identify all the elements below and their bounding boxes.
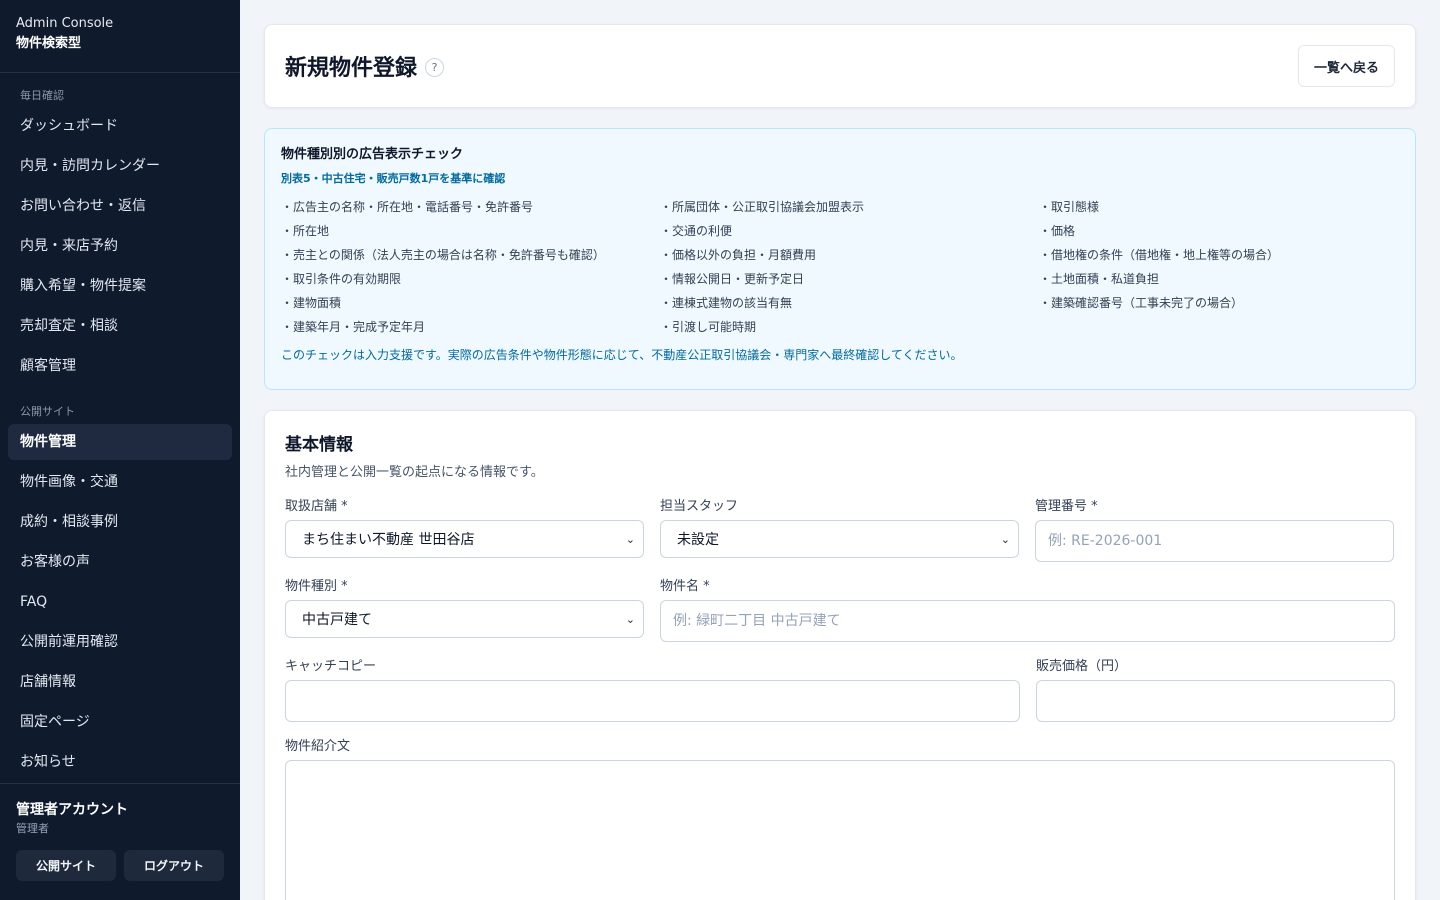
sidebar-item-public-8[interactable]: お知らせ xyxy=(8,744,232,780)
check-item: ・土地面積・私道負担 xyxy=(1039,272,1160,286)
logout-button[interactable]: ログアウト xyxy=(124,850,224,881)
account-name: 管理者アカウント xyxy=(16,802,128,818)
check-note: このチェックは入力支援です。実際の広告条件や物件形態に応じて、不動産公正取引協議… xyxy=(281,348,963,362)
chevron-down-icon: ⌄ xyxy=(625,532,635,546)
sidebar-item-daily-3[interactable]: 内見・来店予約 xyxy=(8,228,232,264)
check-item: ・建築年月・完成予定年月 xyxy=(281,320,426,334)
property-type-select[interactable]: 中古戸建て ⌄ xyxy=(285,600,644,638)
check-item: ・取引態様 xyxy=(1039,200,1100,214)
mgmt-number-label: 管理番号 * xyxy=(1035,499,1098,514)
store-select[interactable]: まち住まい不動産 世田谷店 ⌄ xyxy=(285,520,644,558)
check-list: ・広告主の名称・所在地・電話番号・免許番号 ・所属団体・公正取引協議会加盟表示 ・取… xyxy=(281,195,1399,339)
chevron-down-icon: ⌄ xyxy=(625,612,635,626)
check-item: ・取引条件の有効期限 xyxy=(281,272,402,286)
check-item: ・価格以外の負担・月額費用 xyxy=(660,248,817,262)
store-label: 取扱店舗 * xyxy=(285,499,348,514)
check-item: ・所属団体・公正取引協議会加盟表示 xyxy=(660,200,865,214)
sidebar-item-public-6[interactable]: 店舗情報 xyxy=(8,664,232,700)
account-panel: 管理者アカウント 管理者 公開サイト ログアウト xyxy=(0,783,240,900)
check-item: ・引渡し可能時期 xyxy=(660,320,757,334)
sidebar-item-public-1[interactable]: 物件画像・交通 xyxy=(8,464,232,500)
price-label: 販売価格（円） xyxy=(1036,659,1128,674)
check-item: ・売主との関係（法人売主の場合は名称・免許番号も確認） xyxy=(281,248,605,262)
intro-label: 物件紹介文 xyxy=(285,739,351,754)
sidebar-item-daily-4[interactable]: 購入希望・物件提案 xyxy=(8,268,232,304)
brand-subtitle: 物件検索型 xyxy=(16,36,82,51)
chevron-down-icon: ⌄ xyxy=(1000,532,1010,546)
check-item: ・連棟式建物の該当有無 xyxy=(660,296,793,310)
check-item: ・情報公開日・更新予定日 xyxy=(660,272,805,286)
back-to-list-button[interactable]: 一覧へ戻る xyxy=(1297,45,1395,87)
check-item: ・広告主の名称・所在地・電話番号・免許番号 xyxy=(281,200,534,214)
staff-select[interactable]: 未設定 ⌄ xyxy=(660,520,1019,558)
section-title: 基本情報 xyxy=(285,435,353,455)
check-item: ・借地権の条件（借地権・地上権等の場合） xyxy=(1039,248,1280,262)
staff-select-value: 未設定 xyxy=(677,532,719,548)
main-content: 新規物件登録 ? 一覧へ戻る 物件種別別の広告表示チェック 別表5・中古住宅・販… xyxy=(264,24,1416,900)
sidebar-item-daily-0[interactable]: ダッシュボード xyxy=(8,108,232,144)
check-item: ・交通の利便 xyxy=(660,224,733,238)
sidebar-item-public-4[interactable]: FAQ xyxy=(8,584,232,620)
staff-label: 担当スタッフ xyxy=(660,499,739,514)
property-name-input[interactable] xyxy=(660,600,1395,642)
check-item: ・所在地 xyxy=(281,224,330,238)
brand: Admin Console 物件検索型 xyxy=(0,0,240,73)
check-item: ・価格 xyxy=(1039,224,1076,238)
sidebar-item-public-3[interactable]: お客様の声 xyxy=(8,544,232,580)
check-item: ・建築確認番号（工事未完了の場合） xyxy=(1039,296,1244,310)
account-role: 管理者 xyxy=(16,822,49,835)
brand-title: Admin Console xyxy=(16,16,114,31)
check-item xyxy=(1039,315,1399,339)
basic-info-section: 基本情報 社内管理と公開一覧の起点になる情報です。 取扱店舗 * まち住まい不動… xyxy=(264,410,1416,900)
check-subtitle: 別表5・中古住宅・販売戸数1戸を基準に確認 xyxy=(281,172,506,185)
property-type-value: 中古戸建て xyxy=(302,612,372,628)
page-title: 新規物件登録 xyxy=(285,56,418,81)
price-input[interactable] xyxy=(1036,680,1395,722)
section-description: 社内管理と公開一覧の起点になる情報です。 xyxy=(285,465,544,480)
mgmt-number-input[interactable] xyxy=(1035,520,1394,562)
sidebar-item-public-0[interactable]: 物件管理 xyxy=(8,424,232,460)
store-select-value: まち住まい不動産 世田谷店 xyxy=(302,532,475,548)
sidebar-item-daily-2[interactable]: お問い合わせ・返信 xyxy=(8,188,232,224)
nav-section-daily: 毎日確認 xyxy=(20,89,64,102)
check-title: 物件種別別の広告表示チェック xyxy=(281,147,464,162)
sidebar-item-public-5[interactable]: 公開前運用確認 xyxy=(8,624,232,660)
catch-copy-input[interactable] xyxy=(285,680,1020,722)
public-site-button[interactable]: 公開サイト xyxy=(16,850,116,881)
property-name-label: 物件名 * xyxy=(660,579,710,594)
page-header: 新規物件登録 ? 一覧へ戻る xyxy=(264,24,1416,108)
intro-textarea[interactable] xyxy=(285,760,1395,900)
catch-copy-label: キャッチコピー xyxy=(285,659,377,674)
check-item: ・建物面積 xyxy=(281,296,342,310)
sidebar-item-daily-5[interactable]: 売却査定・相談 xyxy=(8,308,232,344)
ad-display-check-panel: 物件種別別の広告表示チェック 別表5・中古住宅・販売戸数1戸を基準に確認 ・広告… xyxy=(264,128,1416,390)
sidebar: Admin Console 物件検索型 毎日確認 ダッシュボード 内見・訪問カレン… xyxy=(0,0,240,900)
sidebar-item-daily-1[interactable]: 内見・訪問カレンダー xyxy=(8,148,232,184)
sidebar-item-public-2[interactable]: 成約・相談事例 xyxy=(8,504,232,540)
sidebar-item-public-7[interactable]: 固定ページ xyxy=(8,704,232,740)
property-type-label: 物件種別 * xyxy=(285,579,348,594)
nav-section-public: 公開サイト xyxy=(20,405,75,418)
sidebar-item-daily-6[interactable]: 顧客管理 xyxy=(8,348,232,384)
help-icon[interactable]: ? xyxy=(425,57,445,77)
